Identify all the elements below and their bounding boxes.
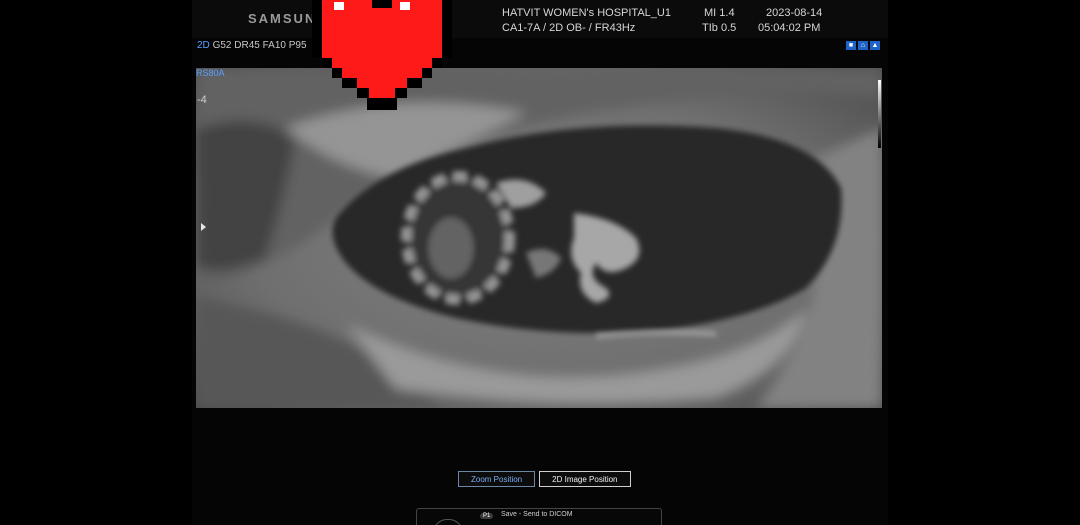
hospital-name: HATVIT WOMEN's HOSPITAL_U1	[502, 7, 671, 19]
freeze-icon: ■	[846, 41, 856, 50]
focus-marker-icon[interactable]	[201, 223, 206, 231]
zoom-position-button[interactable]: Zoom Position	[458, 471, 536, 487]
mechanical-index: MI 1.4	[704, 7, 735, 19]
depth-marker: -4	[197, 94, 207, 106]
probe-label: RS80A	[196, 68, 225, 78]
probe-info: CA1-7A / 2D OB- / FR43Hz	[502, 22, 636, 34]
ultrasound-image	[196, 68, 882, 408]
save-dicom-text: Save - Send to DICOM	[501, 511, 573, 518]
gray-scale-bar	[878, 80, 881, 148]
fetus-scan	[196, 68, 882, 408]
thermal-index: TIb 0.5	[702, 22, 737, 34]
position-buttons: Zoom Position 2D Image Position	[458, 471, 631, 487]
header-bar: SAMSUNG HATVIT WOMEN's HOSPITAL_U1 CA1-7…	[192, 0, 888, 38]
image-position-button[interactable]: 2D Image Position	[539, 471, 631, 487]
param-values: G52 DR45 FA10 P95	[212, 40, 307, 51]
home-icon: ⌂	[858, 41, 868, 50]
save-panel[interactable]: P1 Save - Send to DICOM	[416, 508, 662, 525]
exam-date: 2023-08-14	[766, 7, 823, 19]
mode-label: 2D	[197, 40, 210, 51]
imaging-params: 2D G52 DR45 FA10 P95	[197, 40, 307, 51]
ultrasound-screen: SAMSUNG HATVIT WOMEN's HOSPITAL_U1 CA1-7…	[192, 0, 888, 525]
warning-icon: ▲	[870, 41, 880, 50]
p1-key-label: P1	[480, 513, 494, 519]
status-icons: ■ ⌂ ▲	[846, 41, 880, 50]
exam-time: 05:04:02 PM	[758, 22, 821, 34]
heart-sticker-icon	[312, 0, 452, 110]
trackball-icon	[433, 519, 463, 525]
